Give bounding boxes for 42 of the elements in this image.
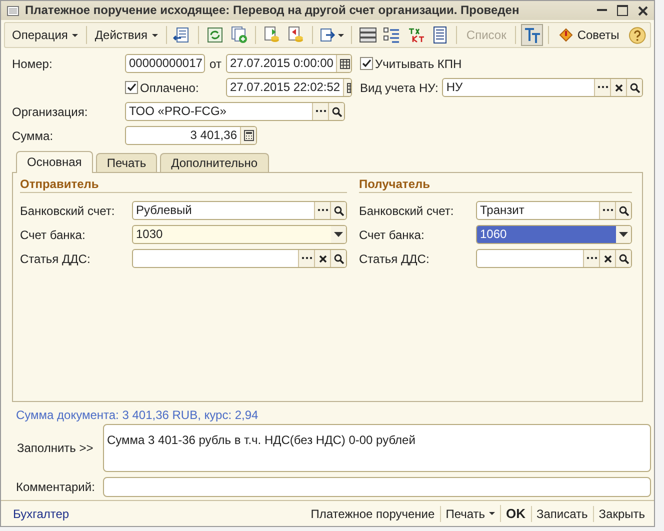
date-field[interactable]: 27.07.2015 0:00:00 — [226, 54, 352, 73]
date-field[interactable]: 27.07.2015 22:02:52 — [226, 78, 352, 97]
account-combo[interactable]: 1060 — [476, 225, 632, 244]
action-button[interactable]: Закрыть — [592, 506, 650, 522]
menu-button[interactable]: Операция — [9, 26, 81, 44]
ok-button[interactable]: OK — [500, 505, 530, 522]
tips-button[interactable]: Советы — [554, 25, 624, 45]
fill-button[interactable]: Заполнить >> — [13, 424, 99, 472]
checkbox-label: Оплачено: — [140, 80, 199, 94]
field-label: Комментарий: — [16, 480, 96, 494]
field-label: Вид учета НУ: — [360, 80, 438, 94]
tab[interactable]: Печать — [96, 153, 158, 172]
field-label: Статья ДДС: — [20, 252, 92, 266]
purpose-field[interactable]: Сумма 3 401-36 рубль в т.ч. НДС(без НДС) 0-00 рублей — [103, 424, 651, 472]
account-combo[interactable]: 1030 — [132, 225, 347, 244]
organization-field[interactable]: ТОО «PRO-FCG» — [125, 102, 345, 121]
tab[interactable]: Дополнительно — [160, 153, 268, 172]
section-title: Отправитель — [20, 177, 347, 193]
document-summary: Сумма документа: 3 401,36 RUB, курс: 2,94 — [15, 407, 260, 424]
reference-field[interactable]: Рублевый — [132, 201, 347, 220]
field-label: Организация: — [12, 104, 89, 118]
action-button[interactable]: Записать — [530, 506, 593, 522]
field-label: Банковский счет: — [20, 204, 116, 218]
menu-button[interactable]: Действия — [92, 26, 160, 44]
field-label: Номер: — [12, 56, 54, 70]
field-label: Счет банка: — [359, 228, 426, 242]
print-button[interactable]: Печать — [440, 506, 500, 522]
field-label: Счет банка: — [20, 228, 86, 242]
reference-field[interactable]: Транзит — [476, 201, 632, 220]
amount-field[interactable]: 3 401,36 — [125, 126, 257, 145]
window-title: Платежное поручение исходящее: Перевод на другой счет организации. Проведен — [25, 3, 520, 18]
number-field[interactable]: 00000000017 — [125, 54, 205, 73]
tax-view-field[interactable]: НУ — [442, 78, 643, 97]
field-label: от — [208, 56, 222, 70]
field-label: Банковский счет: — [359, 204, 455, 218]
tab[interactable]: Основная — [16, 151, 93, 173]
field-label: Сумма: — [12, 128, 54, 142]
field-label: Статья ДДС: — [359, 252, 430, 266]
action-button[interactable]: Платежное поручение — [306, 506, 440, 522]
section-title: Получатель — [359, 177, 632, 193]
user-name: Бухгалтер — [13, 506, 70, 520]
checkbox-label: Учитывать КПН — [375, 56, 462, 70]
